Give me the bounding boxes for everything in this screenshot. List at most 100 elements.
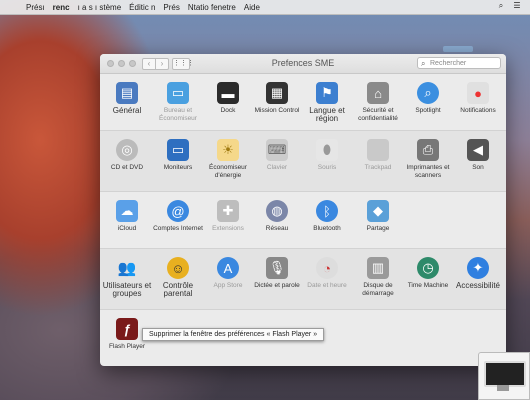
pref-label: Souris — [317, 164, 337, 171]
pref-label: Bureau et Économiseur — [159, 107, 197, 122]
pref-utilisateurs[interactable]: 👥 Utilisateurs et groupes — [102, 257, 152, 298]
at-icon: @ — [167, 200, 189, 222]
pref-bureau[interactable]: ▭ Bureau et Économiseur — [153, 82, 203, 123]
monitor-icon: ▭ — [167, 139, 189, 161]
users-icon: 👥 — [117, 260, 137, 277]
pref-label: CD et DVD — [110, 164, 144, 171]
menu-item-edit[interactable]: Éditic n — [129, 3, 155, 12]
pref-spotlight[interactable]: ⌕ Spotlight — [403, 82, 453, 115]
bulb-icon: ☀ — [217, 139, 239, 161]
monitor-thumbnail — [478, 352, 530, 400]
pref-dictee[interactable]: 🎙 Dictée et parole — [252, 257, 302, 290]
pref-label: Dictée et parole — [254, 282, 300, 289]
cloud-icon: ☁ — [116, 200, 138, 222]
menu-item-present[interactable]: Prés — [163, 3, 179, 12]
context-tooltip[interactable]: Supprimer la fenêtre des préférences « F… — [142, 328, 325, 341]
pref-comptes-internet[interactable]: @ Comptes Internet — [153, 200, 203, 233]
pref-label: Son — [472, 164, 484, 171]
pref-general[interactable]: ▤ Général — [102, 82, 152, 115]
pref-date-heure[interactable]: ◔ Date et heure — [302, 257, 352, 290]
menu-item-system[interactable]: ı a s ı stème — [78, 3, 122, 12]
menu-item-app[interactable]: Présı — [26, 3, 45, 12]
menu-item-help[interactable]: Aide — [244, 3, 260, 12]
pref-label: Clavier — [266, 164, 288, 171]
pref-label: Extensions — [212, 225, 244, 232]
pref-label: Bluetooth — [313, 225, 341, 232]
pref-label: Notifications — [460, 107, 496, 114]
pref-label: Utilisateurs et groupes — [102, 281, 152, 298]
pref-label: Dock — [220, 107, 236, 114]
pref-notifications[interactable]: ● Notifications — [453, 82, 503, 115]
pref-label: Partage — [366, 225, 390, 232]
pref-label: Langue et région — [309, 106, 345, 123]
pref-economiseur[interactable]: ☀ Économiseur d'énergie — [203, 139, 253, 180]
pref-reseau[interactable]: ◍ Réseau — [252, 200, 302, 233]
pref-cd-dvd[interactable]: ◎ CD et DVD — [102, 139, 152, 172]
magnifier-icon: ⌕ — [417, 82, 439, 104]
section-personal: ▤ Général ▭ Bureau et Économiseur ▬ Dock… — [100, 74, 506, 130]
pref-label: Moniteurs — [163, 164, 193, 171]
globe-icon: ◍ — [266, 200, 288, 222]
pref-extensions[interactable]: ✚ Extensions — [203, 200, 253, 233]
house-lock-icon: ⌂ — [367, 82, 389, 104]
search-icon: ⌕ — [421, 59, 426, 68]
pref-icloud[interactable]: ☁ iCloud — [102, 200, 152, 233]
notification-center-icon[interactable]: ☰ — [512, 1, 522, 11]
pref-clavier[interactable]: ⌨ Clavier — [252, 139, 302, 172]
pref-bluetooth[interactable]: ᛒ Bluetooth — [302, 200, 352, 233]
menu-item-window[interactable]: Ntatio fenetre — [188, 3, 236, 12]
bell-badge-icon: ● — [467, 82, 489, 104]
pref-label: Contrôle parental — [162, 281, 194, 298]
keyboard-icon: ⌨ — [266, 139, 288, 161]
pref-label: Sécurité et confidentialité — [358, 107, 398, 122]
search-input[interactable]: ⌕ Rechercher — [417, 57, 501, 69]
pref-label: Économiseur d'énergie — [209, 164, 247, 179]
pref-dock[interactable]: ▬ Dock — [203, 82, 253, 115]
speaker-icon: ◀ — [467, 139, 489, 161]
mission-icon: ▦ — [266, 82, 288, 104]
pref-label: Général — [112, 106, 142, 115]
pref-langue[interactable]: ⚑ Langue et région — [302, 82, 352, 123]
mouse-icon: ⬮ — [316, 139, 338, 161]
pref-label: Comptes Internet — [153, 225, 203, 232]
pref-app-store[interactable]: A App Store — [203, 257, 253, 290]
menu-bar: Présı renc ı a s ı stème Éditic n Prés N… — [0, 0, 530, 15]
pref-mission-control[interactable]: ▦ Mission Control — [252, 82, 302, 115]
pref-souris[interactable]: ⬮ Souris — [302, 139, 352, 172]
pref-accessibilite[interactable]: ✦ Accessibilité — [453, 257, 503, 290]
accessibility-icon: ✦ — [467, 257, 489, 279]
pref-controle-parental[interactable]: ☺ Contrôle parental — [153, 257, 203, 298]
microphone-icon: 🎙 — [266, 257, 288, 279]
pref-securite[interactable]: ⌂ Sécurité et confidentialité — [353, 82, 403, 123]
parental-icon: ☺ — [167, 257, 189, 279]
window-titlebar: ‹ › ⋮⋮⋮ Prefences SME ⌕ Rechercher — [100, 54, 506, 74]
pref-moniteurs[interactable]: ▭ Moniteurs — [153, 139, 203, 172]
pref-son[interactable]: ◀ Son — [453, 139, 503, 172]
pref-imprimantes[interactable]: ⎙ Imprimantes et scanners — [403, 139, 453, 180]
flash-icon: ƒ — [116, 318, 138, 340]
pref-label: Trackpad — [364, 164, 392, 171]
menu-item-preferences[interactable]: renc — [53, 3, 70, 12]
spotlight-menu-icon[interactable]: ⌕ — [496, 1, 506, 11]
pref-partage[interactable]: ◆ Partage — [353, 200, 403, 233]
pref-disque-demarrage[interactable]: ▥ Disque de démarrage — [353, 257, 403, 298]
timemachine-icon: ◷ — [417, 257, 439, 279]
pref-label: Disque de démarrage — [362, 282, 394, 297]
pref-label: Date et heure — [307, 282, 347, 289]
harddisk-icon: ▥ — [367, 257, 389, 279]
section-system: 👥 Utilisateurs et groupes ☺ Contrôle par… — [100, 249, 506, 309]
desktop-widget — [443, 46, 473, 52]
trackpad-icon — [367, 139, 389, 161]
desktop-icon: ▭ — [167, 82, 189, 104]
pref-label: App Store — [213, 282, 243, 289]
search-placeholder: Rechercher — [430, 60, 467, 67]
pref-time-machine[interactable]: ◷ Time Machine — [403, 257, 453, 290]
disc-icon: ◎ — [116, 139, 138, 161]
monitor-stand — [497, 385, 509, 391]
puzzle-icon: ✚ — [217, 200, 239, 222]
system-preferences-window: ‹ › ⋮⋮⋮ Prefences SME ⌕ Rechercher ▤ Gén… — [100, 54, 506, 366]
appstore-icon: A — [217, 257, 239, 279]
folder-sign-icon: ◆ — [367, 200, 389, 222]
file-icon: ▤ — [116, 82, 138, 104]
pref-trackpad[interactable]: Trackpad — [353, 139, 403, 172]
